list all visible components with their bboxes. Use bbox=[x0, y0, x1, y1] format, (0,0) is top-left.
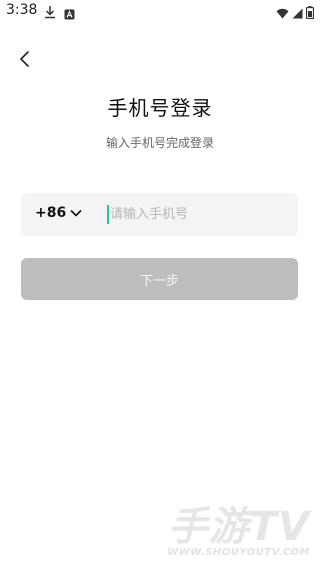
watermark-url: WWW.SHOUYOUTV.COM bbox=[167, 547, 310, 558]
download-icon bbox=[44, 4, 56, 23]
phone-number-input[interactable] bbox=[110, 201, 290, 228]
watermark-logo: 手游TV bbox=[167, 504, 310, 550]
chevron-down-icon bbox=[70, 209, 82, 217]
text-caret bbox=[107, 205, 109, 224]
battery-icon bbox=[305, 4, 315, 23]
page-title: 手机号登录 bbox=[107, 96, 213, 120]
watermark: 手游TV WWW.SHOUYOUTV.COM bbox=[167, 507, 310, 558]
a-notification-icon bbox=[64, 5, 75, 24]
status-icons bbox=[276, 4, 315, 23]
status-time: 3:38 bbox=[6, 2, 38, 18]
phone-input-container: +86 bbox=[21, 193, 298, 236]
page-subtitle: 输入手机号完成登录 bbox=[105, 136, 214, 150]
next-step-button[interactable]: 下一步 bbox=[21, 258, 298, 300]
chevron-left-icon bbox=[19, 51, 29, 67]
country-code-selector[interactable]: +86 bbox=[35, 205, 82, 221]
back-button[interactable] bbox=[14, 48, 36, 70]
wifi-icon bbox=[276, 4, 289, 23]
signal-icon bbox=[292, 4, 303, 23]
country-code-label: +86 bbox=[35, 205, 67, 221]
status-bar: 3:38 bbox=[0, 0, 320, 24]
